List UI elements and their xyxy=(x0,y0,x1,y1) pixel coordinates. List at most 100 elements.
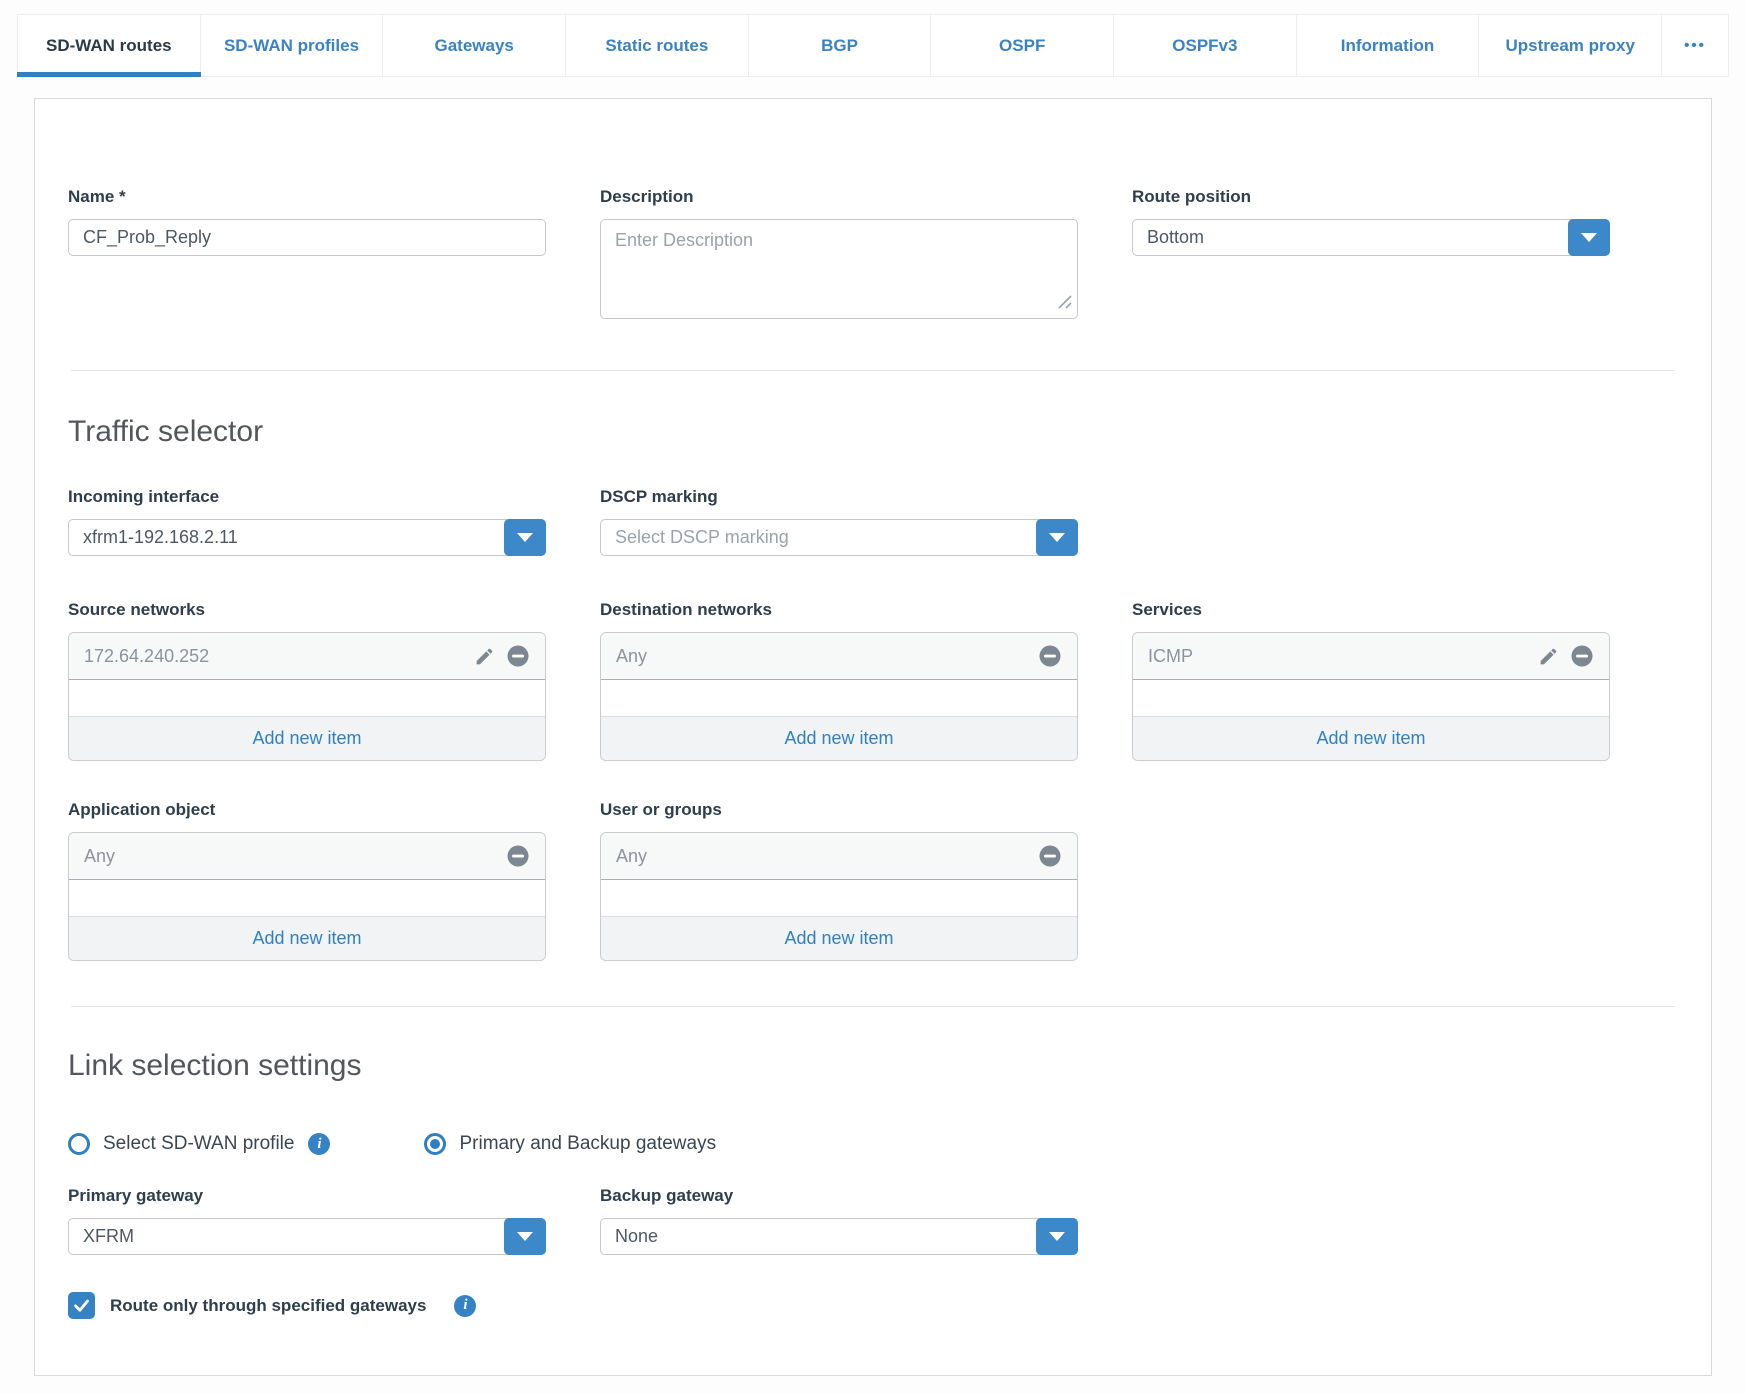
destination-networks-label: Destination networks xyxy=(600,600,772,619)
route-position-input[interactable] xyxy=(1132,219,1610,256)
add-new-item-button[interactable]: Add new item xyxy=(69,916,545,960)
list-item-text: Any xyxy=(616,845,648,866)
services-label: Services xyxy=(1132,600,1202,619)
backup-gateway-dropdown xyxy=(600,1218,1078,1255)
primary-gateway-input[interactable] xyxy=(68,1218,546,1255)
interface-dscp-row: Incoming interface DSCP marking xyxy=(35,487,1711,556)
route-position-label: Route position xyxy=(1132,187,1251,206)
tab-static-routes[interactable]: Static routes xyxy=(566,15,749,76)
dscp-marking-dropdown xyxy=(600,519,1078,556)
tab-ospfv3[interactable]: OSPFv3 xyxy=(1114,15,1297,76)
dscp-marking-field: DSCP marking xyxy=(600,487,1078,556)
chevron-down-icon xyxy=(517,1232,533,1241)
backup-gateway-field: Backup gateway xyxy=(600,1186,1078,1255)
application-users-row: Application object Any Add new item User… xyxy=(35,800,1711,961)
remove-icon[interactable] xyxy=(1038,844,1062,868)
primary-gateway-label: Primary gateway xyxy=(68,1186,204,1205)
list-item: Any xyxy=(601,833,1077,880)
tab-gateways[interactable]: Gateways xyxy=(383,15,567,76)
name-field: Name * xyxy=(68,187,546,256)
gateways-row: Primary gateway Backup gateway xyxy=(35,1186,1711,1255)
edit-icon[interactable] xyxy=(1538,646,1559,667)
description-label: Description xyxy=(600,187,694,206)
tab-information[interactable]: Information xyxy=(1297,15,1480,76)
incoming-interface-input[interactable] xyxy=(68,519,546,556)
source-networks-box: 172.64.240.252 Add new item xyxy=(68,632,546,761)
networks-services-row: Source networks 172.64.240.252 Add new i… xyxy=(35,600,1711,761)
user-or-groups-label: User or groups xyxy=(600,800,722,819)
services-field: Services ICMP Add new item xyxy=(1132,600,1610,761)
remove-icon[interactable] xyxy=(506,844,530,868)
link-selection-heading: Link selection settings xyxy=(68,1049,362,1082)
description-textarea[interactable] xyxy=(600,219,1078,319)
chevron-down-icon xyxy=(517,533,533,542)
tab-sdwan-routes[interactable]: SD-WAN routes xyxy=(17,15,201,77)
section-divider xyxy=(71,1006,1675,1007)
add-new-item-button[interactable]: Add new item xyxy=(601,916,1077,960)
user-or-groups-field: User or groups Any Add new item xyxy=(600,800,1078,961)
tab-sdwan-profiles[interactable]: SD-WAN profiles xyxy=(201,15,384,76)
sdwan-route-form-card: Name * Description Route position Traff xyxy=(34,98,1712,1376)
tab-bgp[interactable]: BGP xyxy=(749,15,932,76)
list-item-text: Any xyxy=(616,645,648,666)
description-field: Description xyxy=(600,187,1078,324)
destination-networks-field: Destination networks Any Add new item xyxy=(600,600,1078,761)
route-position-field: Route position xyxy=(1132,187,1610,256)
incoming-interface-field: Incoming interface xyxy=(68,487,546,556)
tab-upstream-proxy[interactable]: Upstream proxy xyxy=(1479,15,1663,76)
dscp-marking-dropdown-button[interactable] xyxy=(1036,519,1078,556)
add-new-item-button[interactable]: Add new item xyxy=(69,716,545,760)
primary-gateway-dropdown xyxy=(68,1218,546,1255)
list-item: ICMP xyxy=(1133,633,1609,680)
route-position-dropdown xyxy=(1132,219,1610,256)
primary-gateway-dropdown-button[interactable] xyxy=(504,1218,546,1255)
radio-label: Primary and Backup gateways xyxy=(459,1133,717,1154)
route-only-checkbox-label: Route only through specified gateways xyxy=(110,1295,427,1315)
link-selection-radio-row: Select SD-WAN profile i Primary and Back… xyxy=(35,1133,1711,1155)
radio-label: Select SD-WAN profile xyxy=(103,1133,295,1154)
remove-icon[interactable] xyxy=(506,644,530,668)
traffic-selector-heading: Traffic selector xyxy=(68,415,264,448)
application-object-field: Application object Any Add new item xyxy=(68,800,546,961)
radio-sdwan-profile[interactable] xyxy=(68,1133,90,1155)
add-new-item-button[interactable]: Add new item xyxy=(1133,716,1609,760)
tab-bar: SD-WAN routes SD-WAN profiles Gateways S… xyxy=(17,14,1729,77)
list-item-text: 172.64.240.252 xyxy=(84,645,210,666)
chevron-down-icon xyxy=(1049,533,1065,542)
radio-group-primary-backup[interactable]: Primary and Backup gateways xyxy=(424,1133,716,1155)
source-networks-label: Source networks xyxy=(68,600,205,619)
name-label: Name * xyxy=(68,187,126,206)
chevron-down-icon xyxy=(1581,233,1597,242)
backup-gateway-dropdown-button[interactable] xyxy=(1036,1218,1078,1255)
section-divider xyxy=(71,370,1675,371)
radio-group-sdwan-profile[interactable]: Select SD-WAN profile i xyxy=(68,1133,331,1155)
add-new-item-button[interactable]: Add new item xyxy=(601,716,1077,760)
dscp-marking-label: DSCP marking xyxy=(600,487,718,506)
incoming-interface-dropdown-button[interactable] xyxy=(504,519,546,556)
route-only-checkbox[interactable] xyxy=(68,1292,95,1319)
edit-icon[interactable] xyxy=(474,646,495,667)
route-position-dropdown-button[interactable] xyxy=(1568,219,1610,256)
more-tabs-button[interactable]: ••• xyxy=(1662,15,1728,76)
general-fields-row: Name * Description Route position xyxy=(35,99,1711,324)
tab-ospf[interactable]: OSPF xyxy=(931,15,1115,76)
list-item: 172.64.240.252 xyxy=(69,633,545,680)
list-item-text: ICMP xyxy=(1148,645,1193,666)
radio-primary-backup-gateways[interactable] xyxy=(424,1133,447,1155)
list-item-text: Any xyxy=(84,845,116,866)
remove-icon[interactable] xyxy=(1038,644,1062,668)
dscp-marking-input[interactable] xyxy=(600,519,1078,556)
info-icon[interactable]: i xyxy=(308,1133,331,1155)
incoming-interface-dropdown xyxy=(68,519,546,556)
info-icon[interactable]: i xyxy=(454,1294,477,1317)
application-object-box: Any Add new item xyxy=(68,832,546,961)
source-networks-field: Source networks 172.64.240.252 Add new i… xyxy=(68,600,546,761)
primary-gateway-field: Primary gateway xyxy=(68,1186,546,1255)
name-input[interactable] xyxy=(68,219,546,256)
user-or-groups-box: Any Add new item xyxy=(600,832,1078,961)
backup-gateway-input[interactable] xyxy=(600,1218,1078,1255)
destination-networks-box: Any Add new item xyxy=(600,632,1078,761)
application-object-label: Application object xyxy=(68,800,216,819)
remove-icon[interactable] xyxy=(1570,644,1594,668)
route-only-checkbox-row: Route only through specified gateways i xyxy=(35,1292,1711,1319)
